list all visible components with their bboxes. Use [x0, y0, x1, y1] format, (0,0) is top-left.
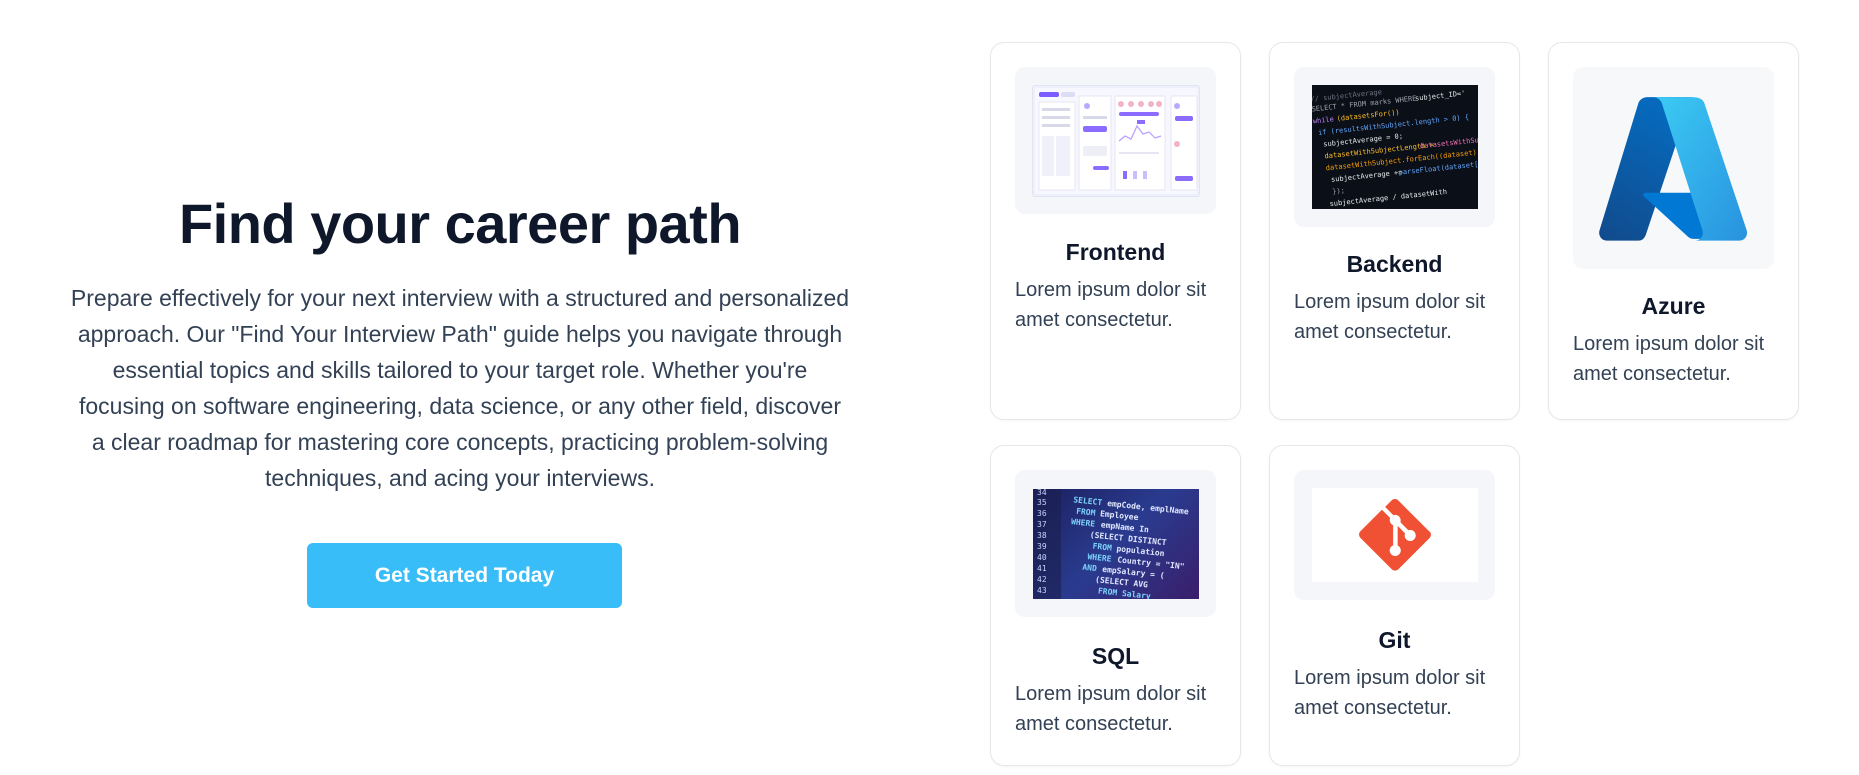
svg-text:40: 40	[1037, 553, 1047, 562]
card-title-azure: Azure	[1641, 293, 1706, 319]
azure-thumbnail	[1573, 67, 1774, 269]
sql-screenshot-image: 34 35 36 37 38 39 40 41 42 43 SELECT emp…	[1032, 488, 1199, 599]
svg-text:35: 35	[1037, 498, 1047, 507]
git-logo-container	[1311, 488, 1478, 582]
svg-text:subject_ID=': subject_ID='	[1414, 89, 1465, 102]
hero-section: Find your career path Prepare effectivel…	[60, 190, 860, 496]
svg-text:38: 38	[1037, 531, 1047, 540]
career-card-azure[interactable]: Azure Lorem ipsum dolor sit amet consect…	[1548, 42, 1799, 420]
svg-text:FROM: FROM	[1075, 506, 1095, 517]
sql-thumbnail: 34 35 36 37 38 39 40 41 42 43 SELECT emp…	[1015, 470, 1216, 617]
hero-title: Find your career path	[178, 192, 742, 255]
career-card-git[interactable]: Git Lorem ipsum dolor sit amet consectet…	[1269, 445, 1520, 766]
svg-text:41: 41	[1037, 564, 1047, 573]
hero-description: Prepare effectively for your next interv…	[70, 285, 850, 491]
svg-text:39: 39	[1037, 542, 1047, 551]
code-screenshot-image: // subjectAverage SELECT * FROM marks WH…	[1311, 85, 1478, 209]
career-card-frontend[interactable]: Frontend Lorem ipsum dolor sit amet cons…	[990, 42, 1241, 420]
dashboard-mockup-image	[1031, 84, 1200, 197]
git-thumbnail	[1294, 470, 1495, 600]
svg-text:AND: AND	[1081, 562, 1096, 572]
career-card-backend[interactable]: // subjectAverage SELECT * FROM marks WH…	[1269, 42, 1520, 420]
frontend-thumbnail	[1015, 67, 1216, 214]
card-title-frontend: Frontend	[1065, 239, 1166, 265]
svg-text:FROM: FROM	[1092, 541, 1112, 552]
code-screenshot-graphic: // subjectAverage SELECT * FROM marks WH…	[1312, 88, 1478, 208]
backend-thumbnail: // subjectAverage SELECT * FROM marks WH…	[1294, 67, 1495, 227]
svg-text:datasetsWithSu: datasetsWithSu	[1419, 136, 1477, 150]
card-description-backend: Lorem ipsum dolor sit amet consectetur.	[1294, 291, 1486, 343]
svg-text:37: 37	[1037, 520, 1047, 529]
dashboard-mockup-graphic	[1034, 87, 1197, 194]
svg-text:});: });	[1331, 186, 1344, 195]
svg-text:42: 42	[1037, 575, 1047, 584]
svg-text:36: 36	[1037, 509, 1047, 518]
career-card-sql[interactable]: 34 35 36 37 38 39 40 41 42 43 SELECT emp…	[990, 445, 1241, 766]
git-logo-icon	[1358, 499, 1431, 571]
card-description-frontend: Lorem ipsum dolor sit amet consectetur.	[1015, 279, 1207, 331]
svg-text:WHERE: WHERE	[1070, 517, 1095, 528]
azure-logo-icon	[1598, 97, 1747, 241]
page: Find your career path Prepare effectivel…	[0, 0, 1859, 775]
svg-text:while: while	[1312, 115, 1334, 125]
svg-text:WHERE: WHERE	[1087, 552, 1112, 563]
card-title-backend: Backend	[1346, 251, 1443, 277]
card-description-git: Lorem ipsum dolor sit amet consectetur.	[1294, 667, 1486, 719]
get-started-button[interactable]: Get Started Today	[307, 543, 622, 608]
card-title-sql: SQL	[1091, 643, 1140, 669]
svg-text:34: 34	[1037, 489, 1047, 497]
svg-text:43: 43	[1037, 586, 1047, 595]
card-description-sql: Lorem ipsum dolor sit amet consectetur.	[1015, 683, 1207, 735]
svg-text:subjectAverage / datasetWith: subjectAverage / datasetWith	[1329, 188, 1447, 208]
card-description-azure: Lorem ipsum dolor sit amet consectetur.	[1573, 333, 1765, 385]
card-title-git: Git	[1378, 627, 1411, 653]
svg-text:SELECT: SELECT	[1072, 495, 1102, 507]
sql-screenshot-graphic: 34 35 36 37 38 39 40 41 42 43 SELECT emp…	[1032, 488, 1189, 599]
